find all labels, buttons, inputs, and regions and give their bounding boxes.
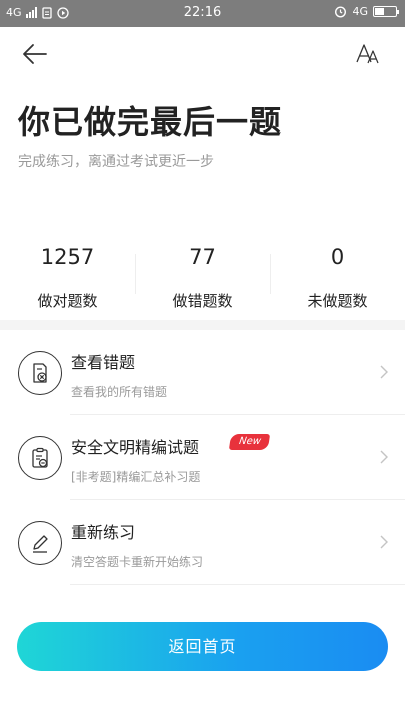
- alarm-icon: [335, 6, 347, 18]
- stat-correct-value: 1257: [40, 245, 95, 269]
- status-bar: 4G 22:16 4G: [0, 0, 405, 27]
- menu-title-view-wrong: 查看错题: [71, 353, 136, 372]
- battery-icon: [373, 6, 399, 17]
- status-right: 4G: [334, 5, 399, 18]
- font-size-icon: [356, 44, 379, 64]
- chevron-right-icon: [380, 450, 388, 464]
- menu-item-safety-questions[interactable]: 安全文明精编试题 [非考题]精编汇总补习题: [0, 415, 405, 500]
- menu-item-restart-practice[interactable]: 重新练习 清空答题卡重新开始练习: [0, 500, 405, 585]
- pencil-icon: [18, 521, 62, 565]
- stat-wrong-label: 做错题数: [172, 292, 233, 310]
- nav-bar: [0, 27, 405, 81]
- chevron-right-icon: [380, 535, 388, 549]
- new-badge: New: [228, 434, 270, 450]
- stat-wrong: 77 做错题数: [135, 236, 270, 312]
- wrong-doc-icon: [18, 351, 62, 395]
- back-arrow-icon: [23, 44, 47, 64]
- menu-title-safety-questions: 安全文明精编试题: [71, 438, 200, 457]
- chevron-right-icon: [380, 365, 388, 379]
- menu-separator: [70, 584, 405, 585]
- font-size-button[interactable]: [355, 41, 383, 67]
- clipboard-icon: [18, 436, 62, 480]
- stat-undone-value: 0: [330, 245, 345, 269]
- menu-subtitle-view-wrong: 查看我的所有错题: [71, 385, 168, 399]
- return-home-button[interactable]: 返回首页: [17, 622, 388, 671]
- stat-correct-label: 做对题数: [37, 292, 98, 310]
- section-divider: [0, 320, 405, 330]
- stats-row: 1257 做对题数 77 做错题数 0 未做题数: [0, 236, 405, 312]
- stat-wrong-value: 77: [189, 245, 216, 269]
- menu-subtitle-restart-practice: 清空答题卡重新开始练习: [71, 555, 204, 569]
- action-menu: 查看错题 查看我的所有错题 安全文明精编试题 [非考题]精编汇总补习题 重新练习…: [0, 330, 405, 585]
- back-button[interactable]: [20, 41, 50, 67]
- menu-subtitle-safety-questions: [非考题]精编汇总补习题: [71, 470, 201, 484]
- stat-correct: 1257 做对题数: [0, 236, 135, 312]
- stat-undone: 0 未做题数: [270, 236, 405, 312]
- page-subtitle: 完成练习，离通过考试更近一步: [18, 154, 214, 170]
- menu-title-restart-practice: 重新练习: [71, 523, 136, 542]
- menu-item-view-wrong[interactable]: 查看错题 查看我的所有错题: [0, 330, 405, 415]
- network-right-label: 4G: [352, 5, 368, 18]
- stat-undone-label: 未做题数: [307, 292, 368, 310]
- page-title: 你已做完最后一题: [18, 103, 283, 141]
